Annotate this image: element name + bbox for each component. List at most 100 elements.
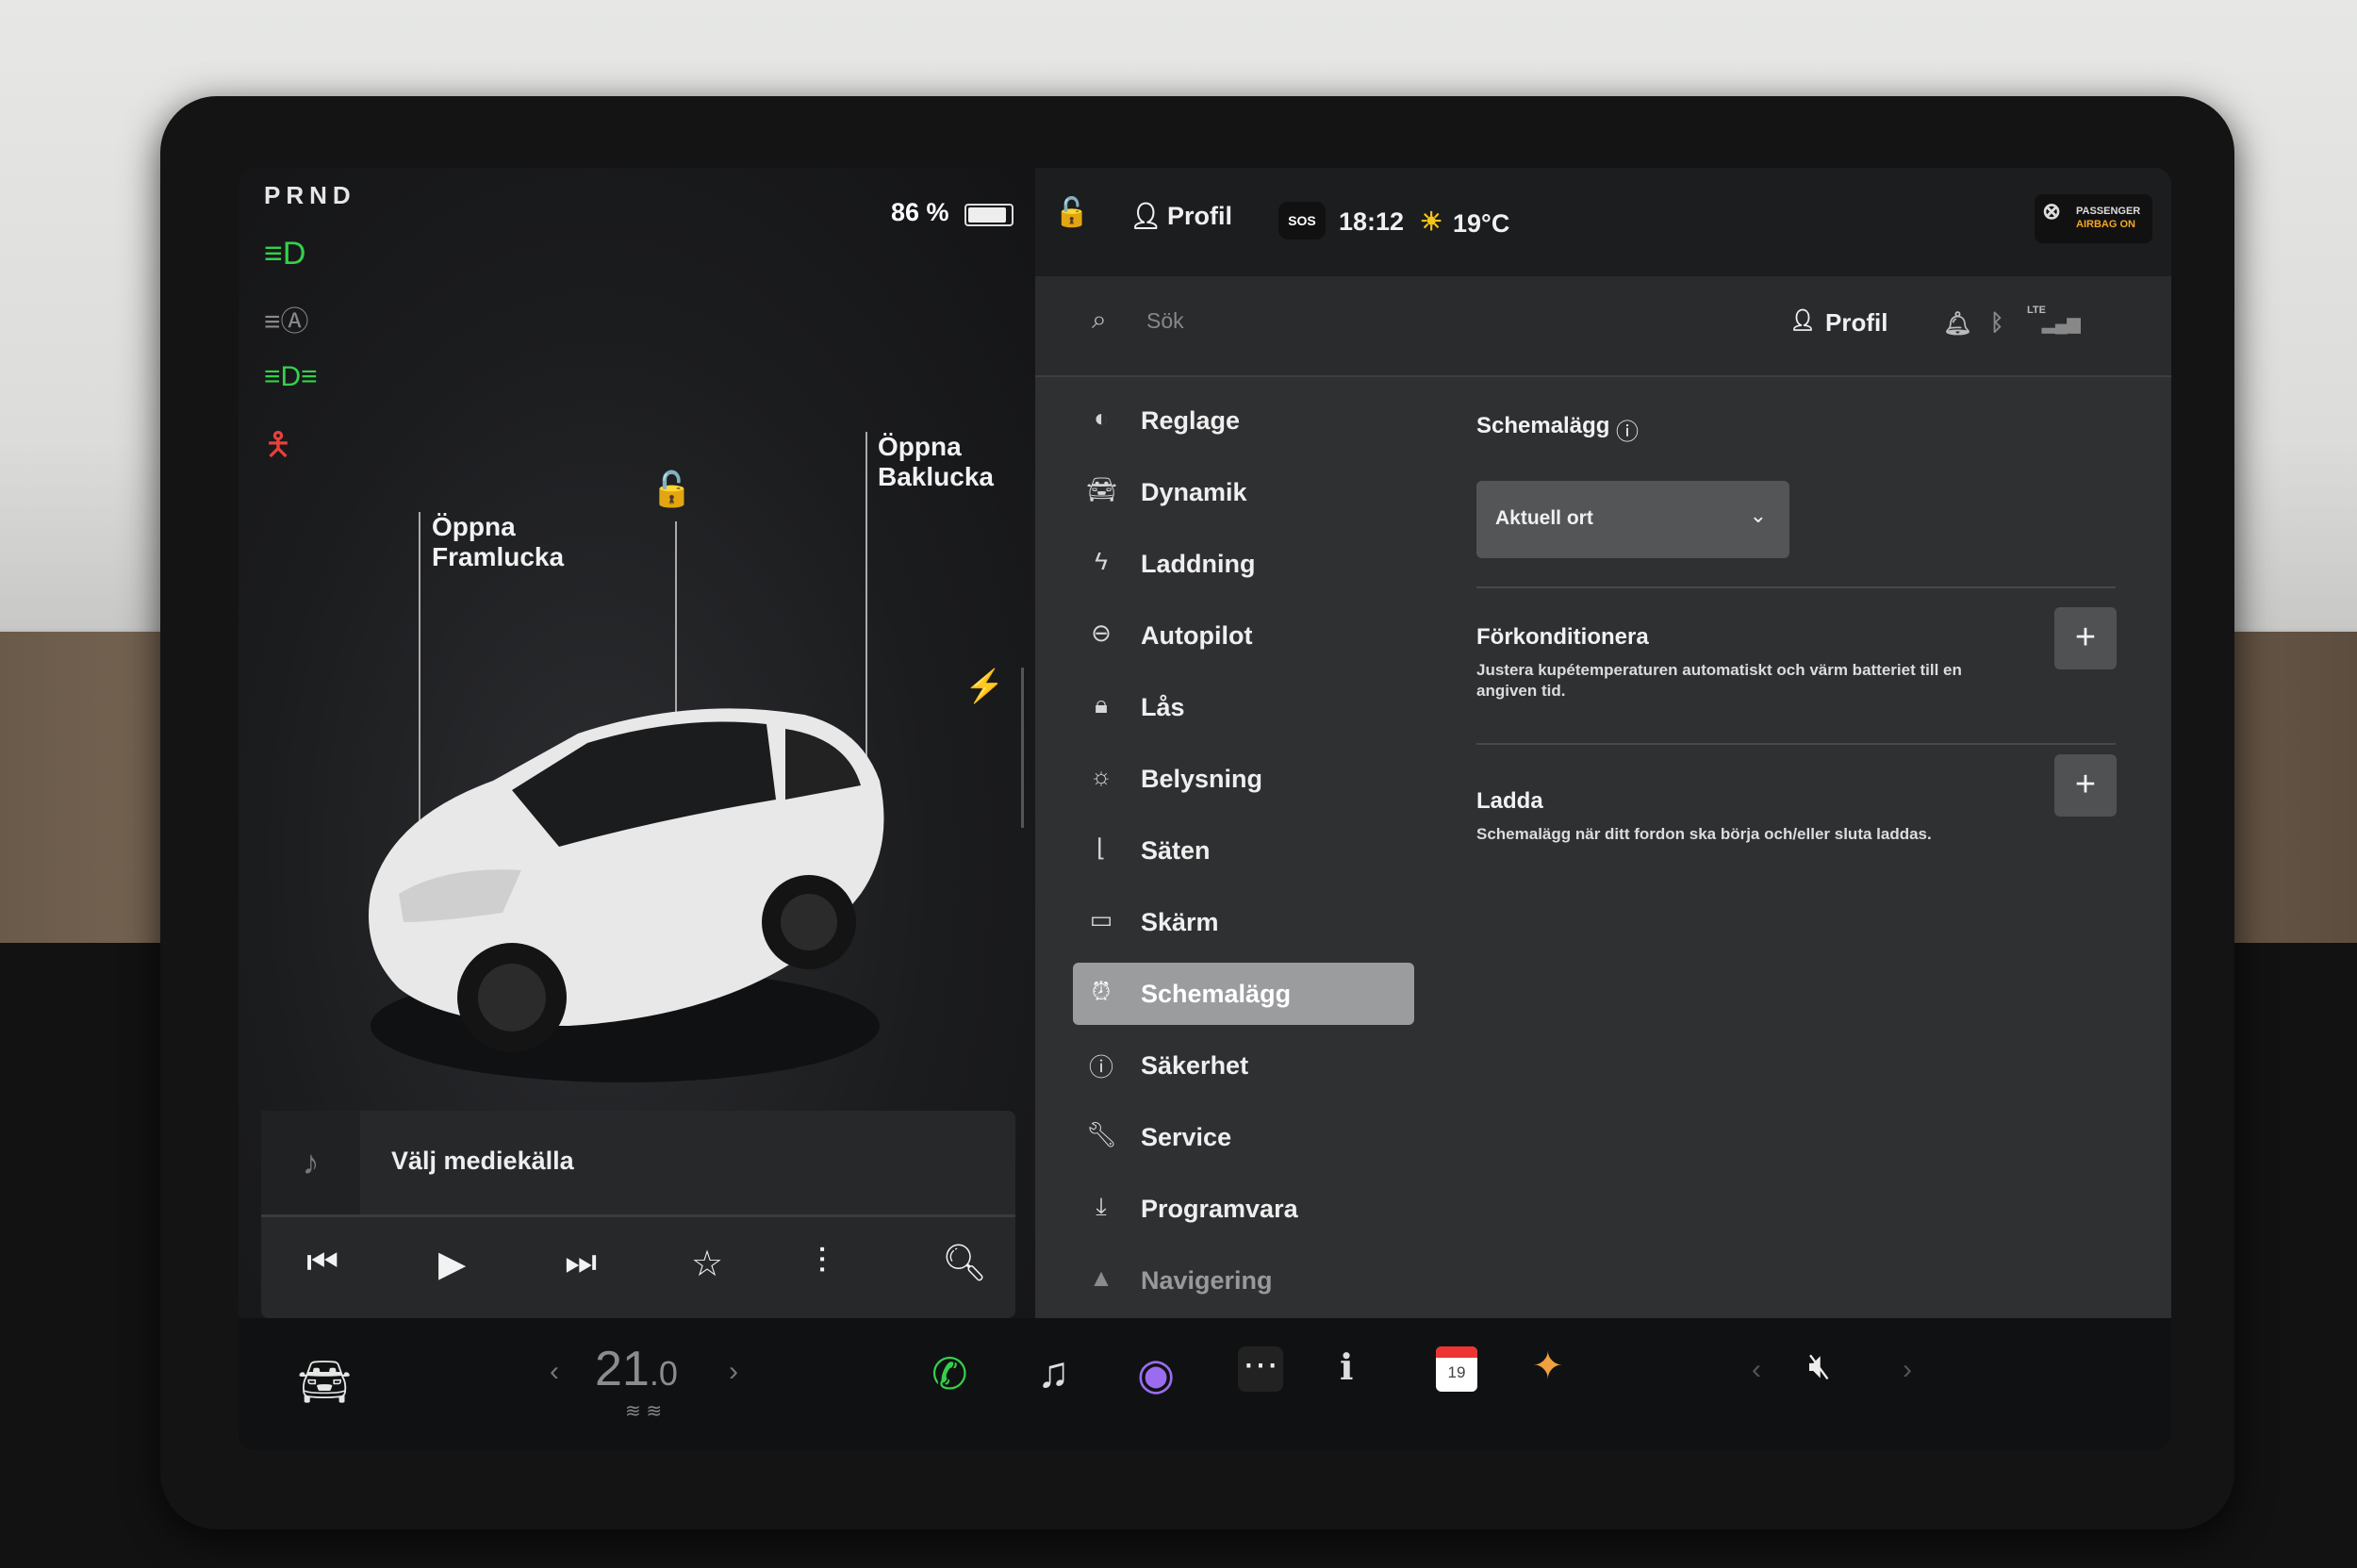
media-player: ♪ Välj mediekälla ⏮ ▶ ⏭ ☆ ⫶ 🔍︎	[261, 1111, 1015, 1318]
schedule-title: Schemalägg	[1476, 413, 1610, 438]
charge-port-icon[interactable]: ⚡	[964, 668, 1004, 705]
status-bar: 🔓 👤︎ Profil SOS 18:12 ☀ 19°C ⊗ PASSENGER…	[1035, 168, 2171, 276]
info-icon[interactable]: ⓘ	[1616, 413, 1639, 446]
music-icon[interactable]: ♫	[1037, 1346, 1070, 1397]
open-frunk-button[interactable]: Öppna Framlucka	[432, 512, 564, 572]
high-beam-icon: ≡D	[264, 236, 306, 272]
car-panel: PRND ≡D ≡Ⓐ ≡D≡ 🯅 86 % Öppna Framlucka Öp…	[239, 168, 1035, 1332]
cabin-temperature[interactable]: 21.0	[595, 1341, 678, 1397]
volume-up-arrow[interactable]: ›	[1903, 1354, 1912, 1386]
music-note-icon: ♪	[261, 1111, 360, 1214]
menu-item-reglage[interactable]: ◐ Reglage	[1073, 389, 1414, 452]
temp-down-arrow[interactable]: ‹	[550, 1356, 559, 1388]
search-input[interactable]: Sök	[1146, 308, 1184, 334]
menu-label: Schemalägg	[1141, 980, 1292, 1008]
menu-label: Säten	[1141, 836, 1211, 865]
media-search-icon[interactable]: 🔍︎	[942, 1243, 987, 1284]
sos-button[interactable]: SOS	[1278, 202, 1326, 239]
wrench-icon: 🔧︎	[1086, 1120, 1118, 1148]
next-track-icon[interactable]: ⏭	[565, 1243, 597, 1283]
sun-icon: ☀	[1420, 207, 1443, 236]
precondition-title: Förkonditionera	[1476, 624, 1649, 650]
clock: 18:12	[1339, 207, 1405, 236]
menu-item-skarm[interactable]: ▭ Skärm	[1073, 891, 1414, 953]
menu-label: Service	[1141, 1123, 1232, 1151]
media-source-button[interactable]: Välj mediekälla	[391, 1147, 574, 1176]
menu-item-autopilot[interactable]: ⊖ Autopilot	[1073, 604, 1414, 667]
unlock-icon[interactable]: 🔓	[651, 470, 693, 509]
battery-icon	[964, 204, 1014, 226]
steering-wheel-icon: ⊖	[1091, 619, 1112, 647]
menu-label: Navigering	[1141, 1266, 1273, 1295]
profile-avatar-icon[interactable]: 👤︎	[1129, 201, 1162, 231]
equalizer-icon[interactable]: ⫶	[817, 1243, 827, 1283]
media-progress-line	[261, 1214, 1015, 1217]
navigation-icon: ▲	[1089, 1263, 1113, 1292]
signal-bars-icon: ▂▄▆	[2042, 314, 2081, 333]
menu-item-dynamik[interactable]: 🚘︎ Dynamik	[1073, 461, 1414, 523]
profile-link[interactable]: Profil	[1825, 308, 1887, 338]
seatbelt-warning-icon: 🯅	[264, 427, 292, 463]
menu-item-navigering[interactable]: ▲ Navigering	[1073, 1249, 1414, 1312]
menu-item-schemalagg[interactable]: ⏰︎ Schemalägg	[1073, 963, 1414, 1025]
menu-item-las[interactable]: 🔒︎ Lås	[1073, 676, 1414, 738]
menu-label: Laddning	[1141, 550, 1256, 578]
volume-down-arrow[interactable]: ‹	[1752, 1354, 1761, 1386]
profile-small-icon[interactable]: 👤︎	[1789, 308, 1816, 333]
temp-up-arrow[interactable]: ›	[729, 1356, 738, 1388]
more-apps-icon[interactable]: ⋯	[1238, 1346, 1283, 1392]
bolt-icon: ϟ	[1095, 547, 1108, 575]
defrost-icon[interactable]: ≋ ≋	[625, 1399, 662, 1423]
unlock-status-icon[interactable]: 🔓	[1054, 196, 1089, 229]
airbag-icon: ⊗	[2042, 199, 2062, 224]
temp-main: 21	[595, 1342, 650, 1396]
menu-label: Programvara	[1141, 1195, 1298, 1223]
calendar-icon[interactable]: 19	[1436, 1346, 1477, 1392]
menu-label: Skärm	[1141, 908, 1219, 936]
profile-button[interactable]: Profil	[1167, 202, 1232, 231]
lock-icon: 🔒︎	[1095, 690, 1108, 718]
location-dropdown[interactable]: Aktuell ort ⌄	[1476, 481, 1789, 558]
location-value: Aktuell ort	[1495, 507, 1593, 529]
play-icon[interactable]: ▶	[438, 1243, 466, 1285]
open-trunk-button[interactable]: Öppna Baklucka	[878, 432, 994, 492]
passenger-airbag-indicator: ⊗ PASSENGER AIRBAG ON	[2035, 194, 2152, 243]
bluetooth-icon[interactable]: ᛒ	[1990, 310, 2003, 337]
search-icon[interactable]: ⌕	[1092, 305, 1107, 336]
previous-track-icon[interactable]: ⏮	[306, 1243, 338, 1283]
temp-decimal: .0	[649, 1354, 678, 1393]
chevron-down-icon: ⌄	[1749, 503, 1767, 527]
toybox-icon[interactable]: ✦	[1532, 1345, 1564, 1388]
menu-item-sakerhet[interactable]: ⓘ Säkerhet	[1073, 1034, 1414, 1097]
menu-label: Belysning	[1141, 765, 1263, 793]
precondition-description: Justera kupétemperaturen automatiskt och…	[1476, 661, 1962, 700]
download-icon: ⤓	[1096, 1192, 1107, 1220]
menu-item-saten[interactable]: ⌊ Säten	[1073, 819, 1414, 882]
calendar-day: 19	[1447, 1363, 1466, 1381]
manual-icon[interactable]: ℹ	[1340, 1346, 1353, 1389]
panel-divider-handle[interactable]	[1021, 668, 1024, 828]
favorite-star-icon[interactable]: ☆	[691, 1243, 723, 1285]
phone-icon[interactable]: ✆	[931, 1348, 968, 1399]
charge-title: Ladda	[1476, 788, 1543, 814]
menu-item-programvara[interactable]: ⤓ Programvara	[1073, 1178, 1414, 1240]
battery-percent: 86 %	[891, 198, 949, 226]
car-image	[369, 708, 884, 1082]
menu-item-laddning[interactable]: ϟ Laddning	[1073, 533, 1414, 595]
add-precondition-button[interactable]: +	[2054, 607, 2117, 669]
mute-icon[interactable]: 🔇︎	[1808, 1346, 1831, 1387]
car-controls-icon[interactable]: 🚘︎	[297, 1356, 352, 1408]
menu-label: Reglage	[1141, 406, 1241, 435]
search-row: ⌕ Sök 👤︎ Profil 🔔︎ ᛒ LTE ▂▄▆	[1035, 276, 2171, 377]
bell-icon[interactable]: 🔔︎	[1943, 310, 1971, 338]
camera-icon[interactable]: ◉	[1137, 1348, 1175, 1399]
menu-item-service[interactable]: 🔧︎ Service	[1073, 1106, 1414, 1168]
toggle-icon: ◐	[1094, 404, 1109, 432]
divider	[1476, 743, 2116, 745]
airbag-line2: AIRBAG ON	[2076, 219, 2135, 230]
menu-label: Autopilot	[1141, 621, 1253, 650]
menu-item-belysning[interactable]: ☼ Belysning	[1073, 748, 1414, 810]
taskbar: 🚘︎ ‹ 21.0 › ≋ ≋ ✆ ♫ ◉ ⋯ ℹ 19 ✦ ‹ 🔇︎ ›	[239, 1318, 2171, 1450]
add-charge-button[interactable]: +	[2054, 754, 2117, 817]
auto-high-beam-icon: ≡Ⓐ	[264, 306, 309, 338]
